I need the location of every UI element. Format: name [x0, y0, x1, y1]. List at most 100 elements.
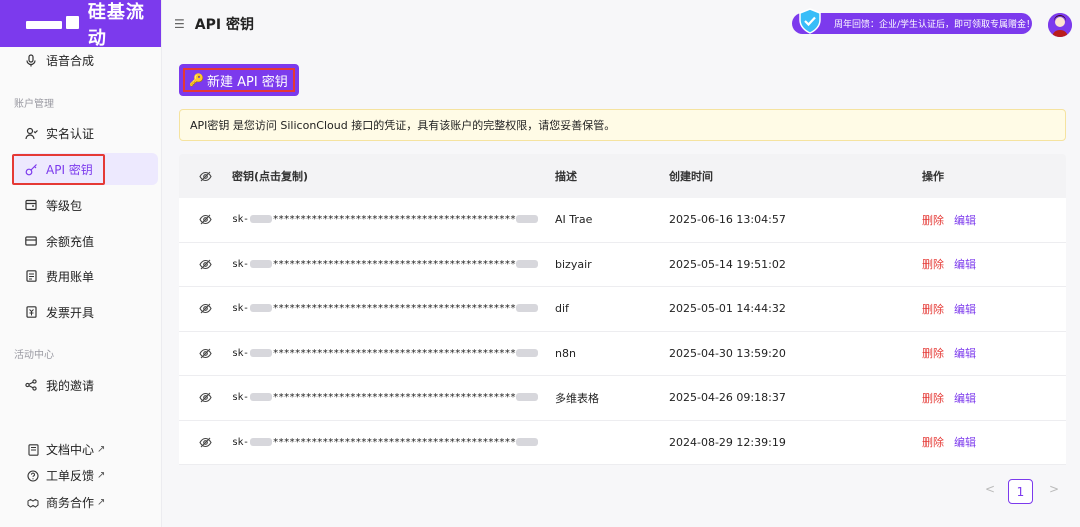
edit-button[interactable]: 编辑: [954, 436, 976, 449]
delete-button[interactable]: 删除: [922, 258, 944, 271]
edit-button[interactable]: 编辑: [954, 214, 976, 227]
sidebar: 硅基流动 语音合成 账户管理 实名认证 API 密钥 等级包 余额充值 费用账单…: [0, 0, 162, 527]
redacted-block: [249, 393, 272, 402]
avatar[interactable]: [1048, 13, 1072, 37]
column-header-key: 密钥(点击复制): [232, 170, 309, 183]
key-created-time: 2024-08-29 12:39:19: [669, 435, 786, 449]
help-circle-icon: [27, 469, 39, 482]
section-label-account: 账户管理: [14, 99, 54, 110]
logo-bar[interactable]: 硅基流动: [0, 0, 161, 49]
top-header: ☰ API 密钥 周年回馈：企业/学生认证后，即可领取专属赠金！: [162, 0, 1080, 47]
key-prefix: sk-: [232, 258, 249, 270]
key-icon: [24, 162, 38, 176]
sidebar-item-api-keys[interactable]: API 密钥: [12, 153, 158, 185]
share-icon: [24, 378, 38, 392]
edit-button[interactable]: 编辑: [954, 258, 976, 271]
highlight-outline: [183, 68, 295, 92]
redacted-block: [516, 215, 539, 224]
info-notice: API密钥 是您访问 SiliconCloud 接口的凭证，具有该账户的完整权限…: [179, 109, 1066, 141]
delete-button[interactable]: 删除: [922, 214, 944, 227]
sidebar-item-recharge[interactable]: 余额充值: [12, 225, 158, 257]
key-mask: ****************************************…: [272, 214, 516, 226]
column-header-desc: 描述: [555, 170, 577, 183]
redacted-block: [249, 437, 272, 446]
redacted-block: [516, 437, 539, 446]
sidebar-item-label: 我的邀请: [46, 378, 95, 393]
api-key-value[interactable]: sk- *************************************…: [232, 437, 555, 448]
redacted-block: [249, 215, 272, 224]
table-row: sk- *************************************…: [179, 420, 1066, 465]
sidebar-link-label: 商务合作: [46, 496, 95, 510]
eye-off-icon[interactable]: [179, 392, 232, 403]
delete-button[interactable]: 删除: [922, 392, 944, 405]
api-key-value[interactable]: sk- *************************************…: [232, 303, 555, 314]
edit-button[interactable]: 编辑: [954, 347, 976, 360]
sidebar-item-invitations[interactable]: 我的邀请: [12, 369, 158, 401]
eye-off-icon[interactable]: [179, 259, 232, 270]
edit-button[interactable]: 编辑: [954, 303, 976, 316]
api-key-value[interactable]: sk- *************************************…: [232, 348, 555, 359]
sidebar-link-docs[interactable]: 文档中心 ↗: [27, 441, 105, 458]
api-key-value[interactable]: sk- *************************************…: [232, 214, 555, 225]
key-prefix: sk-: [232, 347, 249, 359]
pagination-prev[interactable]: <: [985, 482, 995, 496]
card-icon: [24, 234, 38, 248]
sidebar-item-label: 语音合成: [46, 53, 95, 68]
redacted-block: [516, 259, 539, 268]
new-api-key-button[interactable]: 🔑 新建 API 密钥: [179, 64, 299, 96]
key-mask: ****************************************…: [272, 392, 516, 404]
key-prefix: sk-: [232, 303, 249, 315]
sidebar-link-business[interactable]: 商务合作 ↗: [27, 494, 105, 511]
handshake-icon: [27, 497, 39, 509]
eye-off-icon[interactable]: [179, 348, 232, 359]
external-link-icon: ↗: [97, 470, 106, 481]
sidebar-item-billing[interactable]: 费用账单: [12, 260, 158, 292]
external-link-icon: ↗: [97, 444, 106, 455]
row-actions: 删除 编辑: [922, 256, 1066, 272]
api-key-value[interactable]: sk- *************************************…: [232, 259, 555, 270]
key-mask: ****************************************…: [272, 303, 516, 315]
sidebar-item-label: 发票开具: [46, 305, 95, 320]
eye-off-icon[interactable]: [179, 214, 232, 225]
key-prefix: sk-: [232, 392, 249, 404]
brand-name: 硅基流动: [87, 1, 145, 49]
menu-icon[interactable]: ☰: [174, 17, 185, 31]
row-actions: 删除 编辑: [922, 434, 1066, 450]
promo-banner[interactable]: 周年回馈：企业/学生认证后，即可领取专属赠金！: [792, 13, 1032, 34]
delete-button[interactable]: 删除: [922, 436, 944, 449]
table-row: sk- *************************************…: [179, 242, 1066, 287]
delete-button[interactable]: 删除: [922, 303, 944, 316]
sidebar-item-invoice[interactable]: 发票开具: [12, 296, 158, 328]
key-prefix: sk-: [232, 436, 249, 448]
key-description: bizyair: [555, 257, 592, 271]
table-row: sk- *************************************…: [179, 287, 1066, 332]
sidebar-item-voice[interactable]: 语音合成: [12, 44, 158, 76]
key-description: n8n: [555, 346, 576, 360]
eye-off-icon[interactable]: [179, 303, 232, 314]
key-description: 多维表格: [555, 391, 599, 405]
edit-button[interactable]: 编辑: [954, 392, 976, 405]
eye-off-icon[interactable]: [179, 437, 232, 448]
sidebar-item-label: API 密钥: [46, 162, 93, 177]
sidebar-item-level-package[interactable]: 等级包: [12, 189, 158, 221]
table-row: sk- *************************************…: [179, 198, 1066, 243]
row-actions: 删除 编辑: [922, 390, 1066, 406]
column-header-actions: 操作: [922, 170, 944, 183]
sidebar-item-verification[interactable]: 实名认证: [12, 117, 158, 149]
sidebar-link-tickets[interactable]: 工单反馈 ↗: [27, 467, 105, 484]
delete-button[interactable]: 删除: [922, 347, 944, 360]
row-actions: 删除 编辑: [922, 212, 1066, 228]
pagination-page-1[interactable]: 1: [1008, 479, 1033, 504]
key-prefix: sk-: [232, 214, 249, 226]
package-icon: [24, 198, 38, 212]
notice-text: API密钥 是您访问 SiliconCloud 接口的凭证，具有该账户的完整权限…: [190, 119, 616, 132]
bill-icon: [24, 269, 38, 283]
key-created-time: 2025-04-30 13:59:20: [669, 346, 786, 360]
api-key-value[interactable]: sk- *************************************…: [232, 392, 555, 403]
eye-off-icon[interactable]: [179, 171, 232, 182]
sidebar-item-label: 实名认证: [46, 126, 95, 141]
pagination-next[interactable]: >: [1049, 482, 1059, 496]
sidebar-item-label: 余额充值: [46, 234, 95, 249]
key-created-time: 2025-05-01 14:44:32: [669, 302, 786, 316]
key-created-time: 2025-05-14 19:51:02: [669, 257, 786, 271]
